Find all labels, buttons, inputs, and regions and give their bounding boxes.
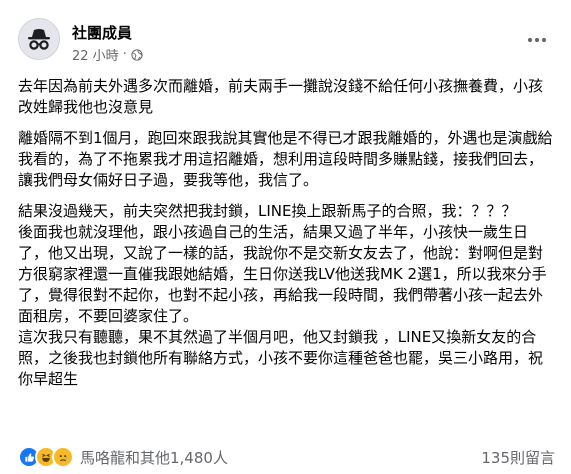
incognito-icon bbox=[28, 29, 50, 50]
post-body: 去年因為前夫外遇多次而離婚，前夫兩手一攤說沒錢不給任何小孩撫養費，小孩改姓歸我他… bbox=[18, 76, 557, 390]
post-paragraph: 後面我也就沒理他，跟小孩過自己的生活，結果又過了半年，小孩快一歲生日了，他又出現… bbox=[18, 223, 547, 325]
more-options-icon[interactable] bbox=[519, 22, 555, 58]
reaction-summary[interactable]: 馬咯龍和其他1,480人 bbox=[80, 447, 228, 468]
globe-icon[interactable] bbox=[131, 48, 143, 61]
post-footer: 馬咯龍和其他1,480人 135則留言 bbox=[18, 446, 555, 468]
post-meta: 22 小時 · bbox=[72, 45, 143, 64]
post-paragraph: 離婚隔不到1個月，跑回來跟我說其實他是不得已才跟我離婚的，外遇也是演戲給我看的，… bbox=[18, 129, 553, 189]
separator-dot: · bbox=[122, 47, 127, 62]
comment-count-link[interactable]: 135則留言 bbox=[481, 447, 555, 468]
author-name[interactable]: 社團成員 bbox=[72, 22, 132, 43]
post-paragraph: 這次我只有聽聽，果不其然過了半個月吧，他又封鎖我 ，LINE又換新女友的合照，之… bbox=[18, 328, 544, 388]
sad-reaction-icon bbox=[52, 446, 74, 468]
post-paragraph: 結果沒過幾天，前夫突然把我封鎖，LINE換上跟新馬子的合照，我：？？？ bbox=[18, 202, 517, 220]
anonymous-member-avatar[interactable] bbox=[18, 18, 60, 60]
reaction-icons[interactable] bbox=[18, 446, 74, 468]
post-timestamp[interactable]: 22 小時 bbox=[72, 45, 119, 64]
post-paragraph: 去年因為前夫外遇多次而離婚，前夫兩手一攤說沒錢不給任何小孩撫養費，小孩改姓歸我他… bbox=[18, 77, 544, 116]
post-header: 社團成員 22 小時 · bbox=[12, 14, 559, 70]
post-card: 社團成員 22 小時 · 去年因為前夫外遇多次而離婚，前夫兩手一攤說沒錢不給任何… bbox=[0, 0, 571, 474]
